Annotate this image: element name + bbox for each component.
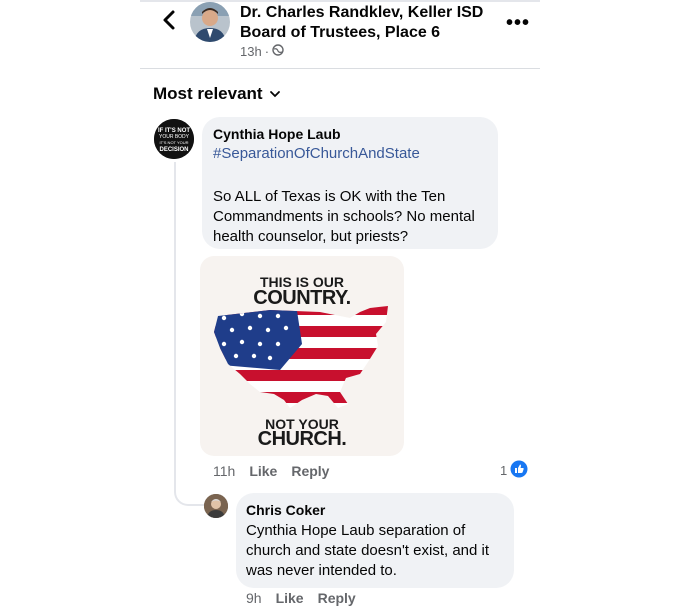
reply-actions: 9h Like Reply (246, 590, 356, 606)
like-reaction-icon (510, 460, 528, 481)
thread-connector (174, 476, 204, 506)
back-arrow-icon[interactable] (160, 8, 180, 32)
post-author-name[interactable]: Dr. Charles Randklev, Keller ISD Board o… (240, 3, 510, 43)
comment-image[interactable]: THIS IS OUR COUNTRY. NOT YOUR CHURCH. (200, 256, 404, 456)
comment-actions: 11h Like Reply (213, 463, 329, 479)
sort-dropdown[interactable]: Most relevant (153, 84, 281, 104)
like-button[interactable]: Like (249, 463, 277, 479)
author-avatar[interactable] (190, 2, 230, 42)
image-caption-bottom-2: CHURCH. (257, 428, 347, 450)
comment-line: So ALL of Texas is OK with the Ten (213, 188, 446, 205)
reply-avatar[interactable] (204, 494, 228, 518)
reply-line: church and state doesn't exist, and it (246, 542, 490, 559)
globe-icon (272, 44, 284, 59)
author-line-1: Dr. Charles Randklev, Keller ISD (240, 4, 484, 21)
header-divider (140, 68, 540, 69)
reaction-summary[interactable]: 1 (500, 460, 528, 481)
reply-time[interactable]: 9h (246, 590, 262, 606)
commenter-avatar[interactable]: IF IT'S NOT YOUR BODY IT'S NOT YOUR DECI… (154, 119, 194, 159)
svg-text:IT'S NOT YOUR: IT'S NOT YOUR (159, 140, 188, 145)
reply-button[interactable]: Reply (291, 463, 329, 479)
more-options-icon[interactable]: ••• (506, 12, 530, 35)
us-flag-map-graphic (214, 306, 388, 408)
sort-label: Most relevant (153, 84, 263, 103)
reply-line: Cynthia Hope Laub separation of (246, 522, 466, 539)
comment-text: So ALL of Texas is OK with the Ten Comma… (213, 187, 493, 247)
comment-line: Commandments in schools? No mental (213, 208, 475, 225)
svg-text:DECISION: DECISION (159, 147, 188, 153)
hashtag-link[interactable]: #SeparationOfChurchAndState (213, 145, 420, 162)
reply-like-button[interactable]: Like (276, 590, 304, 606)
reply-line: was never intended to. (246, 562, 397, 579)
chevron-down-icon (269, 84, 281, 104)
reaction-count: 1 (500, 463, 508, 478)
thread-line (174, 162, 176, 492)
top-divider (140, 0, 540, 2)
commenter-name[interactable]: Cynthia Hope Laub (213, 126, 341, 142)
post-time[interactable]: 13h (240, 44, 262, 59)
post-meta: 13h · (240, 44, 284, 59)
reply-author-name[interactable]: Chris Coker (246, 502, 325, 518)
author-line-2: Board of Trustees, Place 6 (240, 24, 441, 41)
comment-line: health counselor, but priests? (213, 228, 409, 245)
meta-dot: · (264, 44, 270, 59)
comment-time[interactable]: 11h (213, 463, 235, 479)
reply-text: Cynthia Hope Laub separation of church a… (246, 521, 506, 581)
reply-reply-button[interactable]: Reply (318, 590, 356, 606)
